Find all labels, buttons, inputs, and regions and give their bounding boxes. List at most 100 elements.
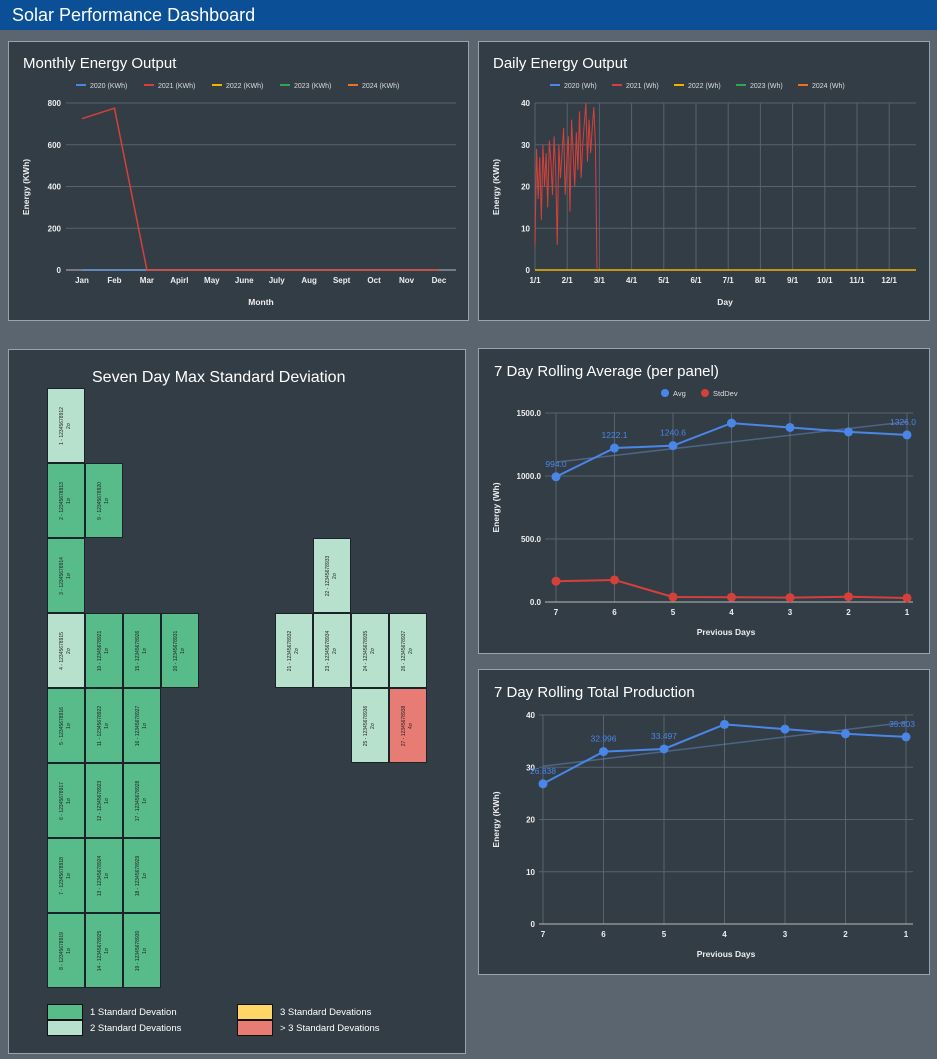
x-tick-label: June: [235, 276, 254, 285]
heatmap-cell: 18 - 12345678929 1σ: [123, 838, 161, 913]
x-tick-label: 12/1: [881, 276, 897, 285]
x-tick-label: 2: [843, 930, 848, 939]
y-axis-title: Energy (Wh): [491, 482, 501, 532]
x-axis-title: Month: [248, 297, 274, 307]
data-point: [610, 443, 619, 453]
x-tick-label: Nov: [399, 276, 415, 285]
y-tick-label: 1000.0: [517, 472, 542, 481]
data-point: [902, 430, 912, 440]
legend-swatch: [661, 389, 669, 397]
x-tick-label: Oct: [367, 276, 381, 285]
heatmap-cell-label: 11 - 12345678922 1σ: [97, 705, 110, 746]
heatmap-cell: 8 - 12345678919 1σ: [47, 913, 85, 988]
x-tick-label: 7: [541, 930, 546, 939]
y-tick-label: 0: [526, 266, 531, 275]
data-point: [720, 719, 729, 729]
x-tick-label: Aug: [301, 276, 317, 285]
heatmap-cell-label: 25 - 12345678936 2σ: [363, 705, 376, 746]
data-point: [551, 472, 561, 482]
heatmap-cell: 10 - 12345678921 1σ: [85, 613, 123, 688]
heatmap-cell: 9 - 12345678920 1σ: [85, 463, 123, 538]
y-axis-title: Energy (KWh): [491, 791, 501, 847]
heatmap-cell-label: 4 - 12345678915 2σ: [59, 631, 72, 670]
legend-label: 2020 (KWh): [90, 83, 127, 90]
x-tick-label: 5: [671, 608, 676, 617]
legend-label: 2021 (KWh): [158, 83, 195, 90]
heatmap-cell: 6 - 12345678917 1σ: [47, 763, 85, 838]
data-label: 33.497: [651, 731, 677, 741]
x-tick-label: 5: [662, 930, 667, 939]
data-point: [901, 732, 911, 742]
data-point: [727, 592, 736, 602]
heatmap-cell-label: 2 - 12345678913 1σ: [59, 481, 72, 520]
rolling-average-panel: 7 Day Rolling Average (per panel) 0.0 500…: [478, 348, 930, 654]
heatmap-cell-label: 1 - 12345678912 2σ: [59, 406, 72, 445]
heatmap-cell-label: 17 - 12345678928 1σ: [135, 780, 148, 821]
heatmap-cell-label: 12 - 12345678923 1σ: [97, 780, 110, 821]
data-point: [785, 422, 795, 432]
x-tick-label: Dec: [432, 276, 447, 285]
y-tick-label: 400: [48, 183, 62, 192]
daily-energy-panel: Daily Energy Output 0 10 20 30 40 1/1 2/1 3/1 4/…: [478, 41, 930, 321]
y-tick-label: 40: [521, 99, 530, 108]
heatmap-cell: 5 - 12345678916 1σ: [47, 688, 85, 763]
x-axis-title: Previous Days: [697, 949, 756, 959]
rolling-total-panel: 7 Day Rolling Total Production 0 10 20 30 40…: [478, 669, 930, 975]
x-tick-label: 3/1: [594, 276, 606, 285]
data-point: [785, 593, 795, 603]
y-tick-label: 0.0: [530, 598, 542, 607]
x-tick-label: July: [269, 276, 286, 285]
legend-label: 2022 (KWh): [226, 83, 263, 90]
y-tick-label: 40: [526, 711, 535, 720]
y-tick-label: 500.0: [521, 535, 542, 544]
data-label: 1326.0: [890, 417, 916, 427]
heatmap-cell: 17 - 12345678928 1σ: [123, 763, 161, 838]
heatmap-cell: 12 - 12345678923 1σ: [85, 763, 123, 838]
y-tick-label: 10: [521, 224, 530, 233]
y-tick-label: 800: [48, 99, 62, 108]
heatmap-cell: 26 - 12345678937 2σ: [389, 613, 427, 688]
heatmap-cell: 11 - 12345678922 1σ: [85, 688, 123, 763]
x-tick-label: 6: [612, 608, 617, 617]
data-point: [599, 747, 608, 757]
x-tick-label: 3: [783, 930, 788, 939]
heatmap-cell-label: 20 - 12345678931 1σ: [173, 630, 186, 671]
data-point: [659, 744, 669, 754]
page-title: Solar Performance Dashboard: [12, 5, 256, 25]
legend-swatch: [47, 1020, 83, 1036]
y-tick-label: 200: [48, 224, 62, 233]
legend-swatch: [237, 1004, 273, 1020]
data-label: 1222.1: [602, 430, 628, 440]
x-tick-label: 6/1: [690, 276, 702, 285]
daily-energy-chart: 0 10 20 30 40 1/1 2/1 3/1 4/1 5/1 6/1 7/1 8/1 9/1 10/1…: [491, 83, 916, 307]
x-tick-label: 2: [846, 608, 851, 617]
monthly-energy-chart: 0 200 400 600 800 Jan Feb Mar Apirl May June July Au…: [21, 83, 456, 307]
y-tick-label: 20: [526, 816, 535, 825]
data-point: [551, 576, 561, 586]
x-tick-label: 1: [904, 930, 909, 939]
x-tick-label: 7: [554, 608, 559, 617]
monthly-energy-panel: Monthly Energy Output 0 200 400 600 800 Jan Fe…: [8, 41, 469, 321]
legend-label: 2024 (KWh): [362, 83, 399, 90]
x-tick-label: 4: [722, 930, 727, 939]
y-axis-title: Energy (KWh): [21, 159, 31, 215]
data-point: [727, 418, 736, 428]
heatmap-cell: 27 - 12345678938 4σ: [389, 688, 427, 763]
x-tick-label: 4/1: [626, 276, 638, 285]
data-point: [841, 729, 850, 739]
data-point: [668, 592, 678, 602]
heatmap-cell: 13 - 12345678924 1σ: [85, 838, 123, 913]
legend-label: 3 Standard Devations: [280, 1007, 372, 1018]
data-label: 32.996: [591, 734, 617, 744]
x-tick-label: Sept: [333, 276, 351, 285]
x-tick-label: 4: [729, 608, 734, 617]
legend-label: 2022 (Wh): [688, 83, 721, 90]
data-point: [844, 592, 853, 602]
x-tick-label: Mar: [140, 276, 154, 285]
rolling-average-chart: 0.0 500.0 1000.0 1500.0 7 6 5 4 3 2 1 994.0 1222.1 12…: [491, 389, 916, 637]
x-tick-label: Apirl: [170, 276, 188, 285]
y-tick-label: 1500.0: [517, 409, 542, 418]
x-tick-label: 7/1: [723, 276, 735, 285]
legend-label: 2024 (Wh): [812, 83, 845, 90]
data-label: 1240.6: [660, 428, 686, 438]
